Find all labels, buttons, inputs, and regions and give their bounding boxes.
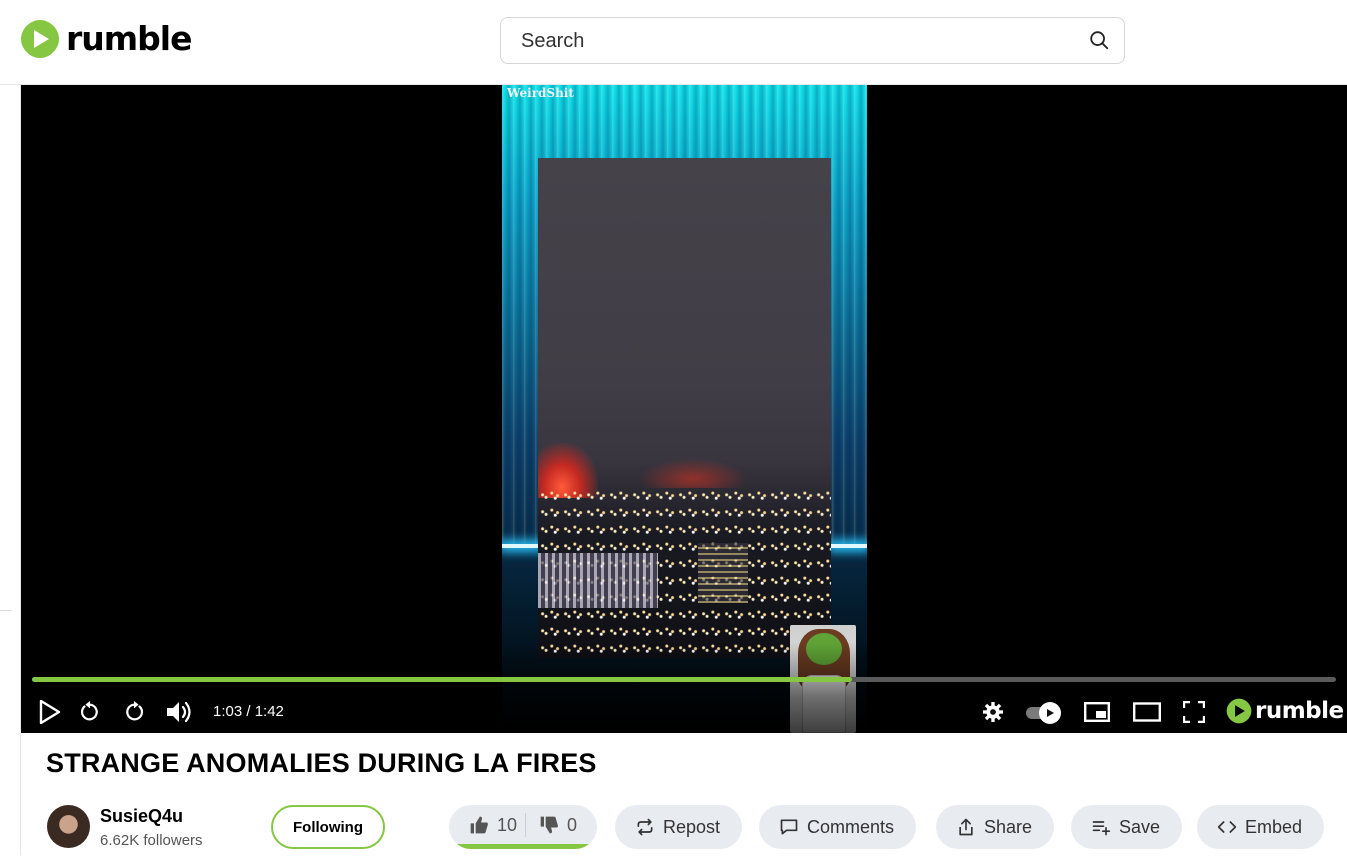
video-watermark: WeirdShit bbox=[507, 86, 574, 100]
progress-fill bbox=[32, 677, 853, 682]
playlist-add-icon bbox=[1092, 821, 1111, 836]
player-rumble-logo[interactable]: rumble bbox=[1226, 697, 1344, 725]
save-label: Save bbox=[1119, 816, 1161, 837]
following-button[interactable]: Following bbox=[271, 805, 385, 849]
building-lights-2 bbox=[698, 543, 748, 603]
miniplayer-button[interactable] bbox=[1083, 698, 1111, 726]
rumble-play-icon bbox=[1226, 698, 1252, 724]
autoplay-toggle[interactable] bbox=[1026, 702, 1062, 724]
repost-label: Repost bbox=[663, 816, 721, 837]
video-title: STRANGE ANOMALIES DURING LA FIRES bbox=[46, 748, 597, 778]
miniplayer-icon bbox=[1084, 702, 1110, 722]
video-player[interactable]: WeirdShit 1:03 / 1:42 rumble bbox=[21, 85, 1347, 733]
fullscreen-icon bbox=[1183, 701, 1205, 723]
play-button[interactable] bbox=[37, 698, 63, 726]
search-button[interactable] bbox=[1088, 29, 1112, 53]
dislike-count: 0 bbox=[567, 814, 578, 835]
repost-button[interactable]: Repost bbox=[615, 805, 743, 849]
forward-button[interactable] bbox=[121, 698, 147, 726]
thumbs-down-icon bbox=[540, 816, 558, 834]
channel-avatar[interactable] bbox=[47, 805, 90, 848]
comment-icon bbox=[780, 819, 798, 835]
share-icon bbox=[959, 818, 973, 836]
repost-icon bbox=[637, 818, 653, 836]
video-frame: WeirdShit bbox=[502, 85, 867, 733]
autoplay-play-icon bbox=[1047, 709, 1054, 717]
share-label: Share bbox=[984, 816, 1033, 837]
rumble-logo[interactable]: rumble bbox=[20, 19, 192, 59]
dislike-button[interactable]: 0 bbox=[539, 805, 577, 845]
top-header: rumble bbox=[0, 0, 1347, 85]
search-input[interactable] bbox=[521, 27, 1081, 55]
glow-line-left bbox=[502, 544, 540, 548]
rumble-play-icon bbox=[21, 20, 59, 58]
embed-button[interactable]: Embed bbox=[1197, 805, 1325, 849]
rewind-button[interactable] bbox=[77, 698, 103, 726]
player-logo-text: rumble bbox=[1255, 698, 1344, 724]
inner-video bbox=[538, 158, 831, 658]
like-count: 10 bbox=[497, 814, 518, 835]
fullscreen-button[interactable] bbox=[1182, 698, 1206, 726]
like-button[interactable]: 10 bbox=[469, 805, 517, 845]
code-icon bbox=[1217, 821, 1237, 833]
fire-glow-far bbox=[638, 458, 748, 488]
left-tick bbox=[0, 610, 12, 611]
rewind-icon bbox=[80, 701, 98, 721]
volume-button[interactable] bbox=[164, 698, 194, 726]
comments-label: Comments bbox=[807, 816, 895, 837]
progress-bar[interactable] bbox=[32, 677, 1336, 682]
share-button[interactable]: Share bbox=[936, 805, 1055, 849]
toggle-knob bbox=[1039, 702, 1061, 724]
glow-line-right bbox=[831, 544, 867, 548]
vote-group: 10 0 bbox=[449, 805, 597, 849]
gear-icon bbox=[983, 702, 1003, 722]
thumbs-up-icon bbox=[470, 816, 488, 834]
forward-icon bbox=[126, 701, 144, 721]
logo-text: rumble bbox=[66, 19, 192, 58]
settings-button[interactable] bbox=[981, 698, 1005, 726]
embed-label: Embed bbox=[1245, 816, 1303, 837]
vote-ratio-bar bbox=[449, 844, 597, 849]
time-display: 1:03 / 1:42 bbox=[213, 703, 284, 720]
volume-icon bbox=[167, 701, 191, 723]
channel-name[interactable]: SusieQ4u bbox=[100, 806, 183, 827]
comments-button[interactable]: Comments bbox=[759, 805, 917, 849]
vote-divider bbox=[525, 813, 526, 837]
theater-icon bbox=[1133, 702, 1161, 722]
play-icon bbox=[39, 700, 61, 724]
search-box bbox=[500, 17, 1125, 64]
building-lights bbox=[538, 553, 658, 608]
vote-ratio-fill bbox=[449, 844, 597, 849]
follower-count: 6.62K followers bbox=[100, 832, 203, 849]
save-button[interactable]: Save bbox=[1071, 805, 1183, 849]
theater-mode-button[interactable] bbox=[1132, 698, 1162, 726]
search-icon bbox=[1090, 31, 1109, 50]
